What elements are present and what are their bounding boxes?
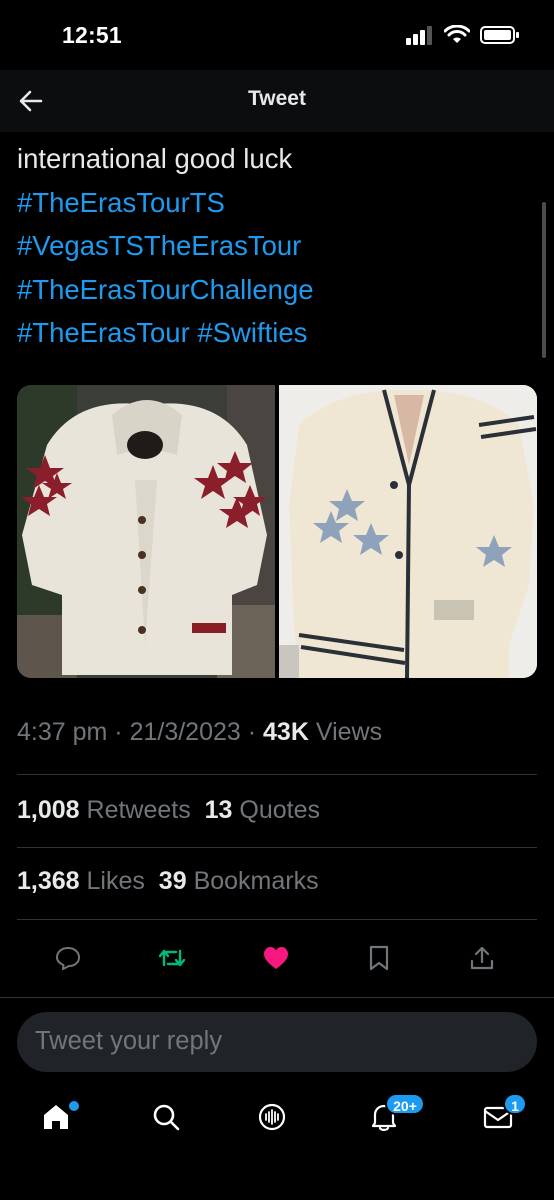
divider bbox=[17, 847, 537, 848]
retweet-icon bbox=[158, 949, 186, 967]
hashtag-link[interactable]: #VegasTSTheErasTour bbox=[17, 224, 537, 268]
status-bar: 12:51 bbox=[0, 0, 554, 70]
cellular-signal-icon bbox=[406, 26, 432, 45]
tweet-timestamp-views: 4:37 pm · 21/3/2023 · 43K Views bbox=[17, 718, 382, 747]
cardigan-blue-stars-image bbox=[279, 385, 537, 678]
quotes-count: 13 bbox=[204, 796, 233, 824]
comment-icon bbox=[56, 947, 80, 970]
bookmarks-stat[interactable]: 39 Bookmarks bbox=[159, 867, 319, 895]
bookmark-icon bbox=[369, 945, 389, 971]
reply-input[interactable]: Tweet your reply bbox=[17, 1012, 537, 1072]
retweets-count: 1,008 bbox=[17, 796, 80, 824]
likes-bookmarks-stats: 1,368 Likes 39 Bookmarks bbox=[17, 867, 319, 896]
views-count: 43K bbox=[263, 718, 309, 746]
scroll-indicator[interactable] bbox=[542, 202, 546, 358]
tweet-text-line: international good luck bbox=[17, 143, 293, 174]
nav-messages[interactable]: 1 bbox=[473, 1092, 527, 1142]
likes-label: Likes bbox=[86, 867, 145, 895]
reply-placeholder: Tweet your reply bbox=[35, 1027, 223, 1055]
nav-home[interactable] bbox=[31, 1092, 81, 1142]
wifi-icon bbox=[444, 25, 470, 43]
cardigan-red-stars-image bbox=[17, 385, 275, 678]
retweets-stat[interactable]: 1,008 Retweets bbox=[17, 796, 191, 824]
likes-count: 1,368 bbox=[17, 867, 80, 895]
quotes-stat[interactable]: 13 Quotes bbox=[205, 796, 320, 824]
quotes-label: Quotes bbox=[239, 796, 321, 824]
bookmarks-label: Bookmarks bbox=[193, 867, 319, 895]
tweet-image-1[interactable] bbox=[17, 385, 275, 678]
meta-separator: · bbox=[247, 718, 264, 746]
bookmark-button[interactable] bbox=[357, 936, 401, 980]
tweet-header: Tweet bbox=[0, 70, 554, 132]
status-time: 12:51 bbox=[62, 22, 122, 48]
tweet-actions bbox=[0, 936, 554, 980]
heart-icon bbox=[264, 947, 288, 969]
bottom-nav: 20+ 1 bbox=[0, 1092, 554, 1200]
divider bbox=[17, 919, 537, 920]
meta-separator: · bbox=[114, 718, 130, 746]
tweet-image-2[interactable] bbox=[279, 385, 537, 678]
bookmarks-count: 39 bbox=[158, 867, 187, 895]
tweet-time: 4:37 pm bbox=[17, 718, 108, 746]
messages-badge: 1 bbox=[503, 1093, 527, 1115]
retweets-label: Retweets bbox=[86, 796, 191, 824]
reply-button[interactable] bbox=[46, 936, 90, 980]
battery-icon bbox=[480, 26, 519, 44]
divider bbox=[0, 997, 554, 998]
retweets-quotes-stats: 1,008 Retweets 13 Quotes bbox=[17, 796, 320, 825]
likes-stat[interactable]: 1,368 Likes bbox=[17, 867, 145, 895]
status-icons bbox=[406, 25, 520, 45]
divider bbox=[17, 774, 537, 775]
hashtag-link[interactable]: #TheErasTour bbox=[17, 317, 190, 348]
share-button[interactable] bbox=[460, 936, 504, 980]
like-button[interactable] bbox=[254, 936, 298, 980]
notifications-badge: 20+ bbox=[385, 1093, 425, 1115]
nav-spaces[interactable] bbox=[247, 1092, 297, 1142]
search-icon bbox=[153, 1104, 180, 1131]
views-label: Views bbox=[315, 718, 383, 746]
hashtag-link[interactable]: #TheErasTourTS bbox=[17, 181, 537, 225]
spaces-icon bbox=[258, 1103, 286, 1131]
share-icon bbox=[470, 946, 494, 970]
tweet-text: international good luck #TheErasTourTS #… bbox=[17, 137, 537, 355]
home-unread-dot bbox=[69, 1101, 79, 1111]
tweet-media bbox=[17, 385, 537, 678]
hashtag-link[interactable]: #Swifties bbox=[197, 317, 307, 348]
nav-search[interactable] bbox=[141, 1092, 191, 1142]
nav-notifications[interactable]: 20+ bbox=[359, 1092, 425, 1142]
tweet-date: 21/3/2023 bbox=[129, 718, 241, 746]
page-title: Tweet bbox=[248, 87, 306, 110]
retweet-button[interactable] bbox=[150, 936, 194, 980]
hashtag-link[interactable]: #TheErasTourChallenge bbox=[17, 268, 537, 312]
home-icon bbox=[44, 1105, 68, 1129]
